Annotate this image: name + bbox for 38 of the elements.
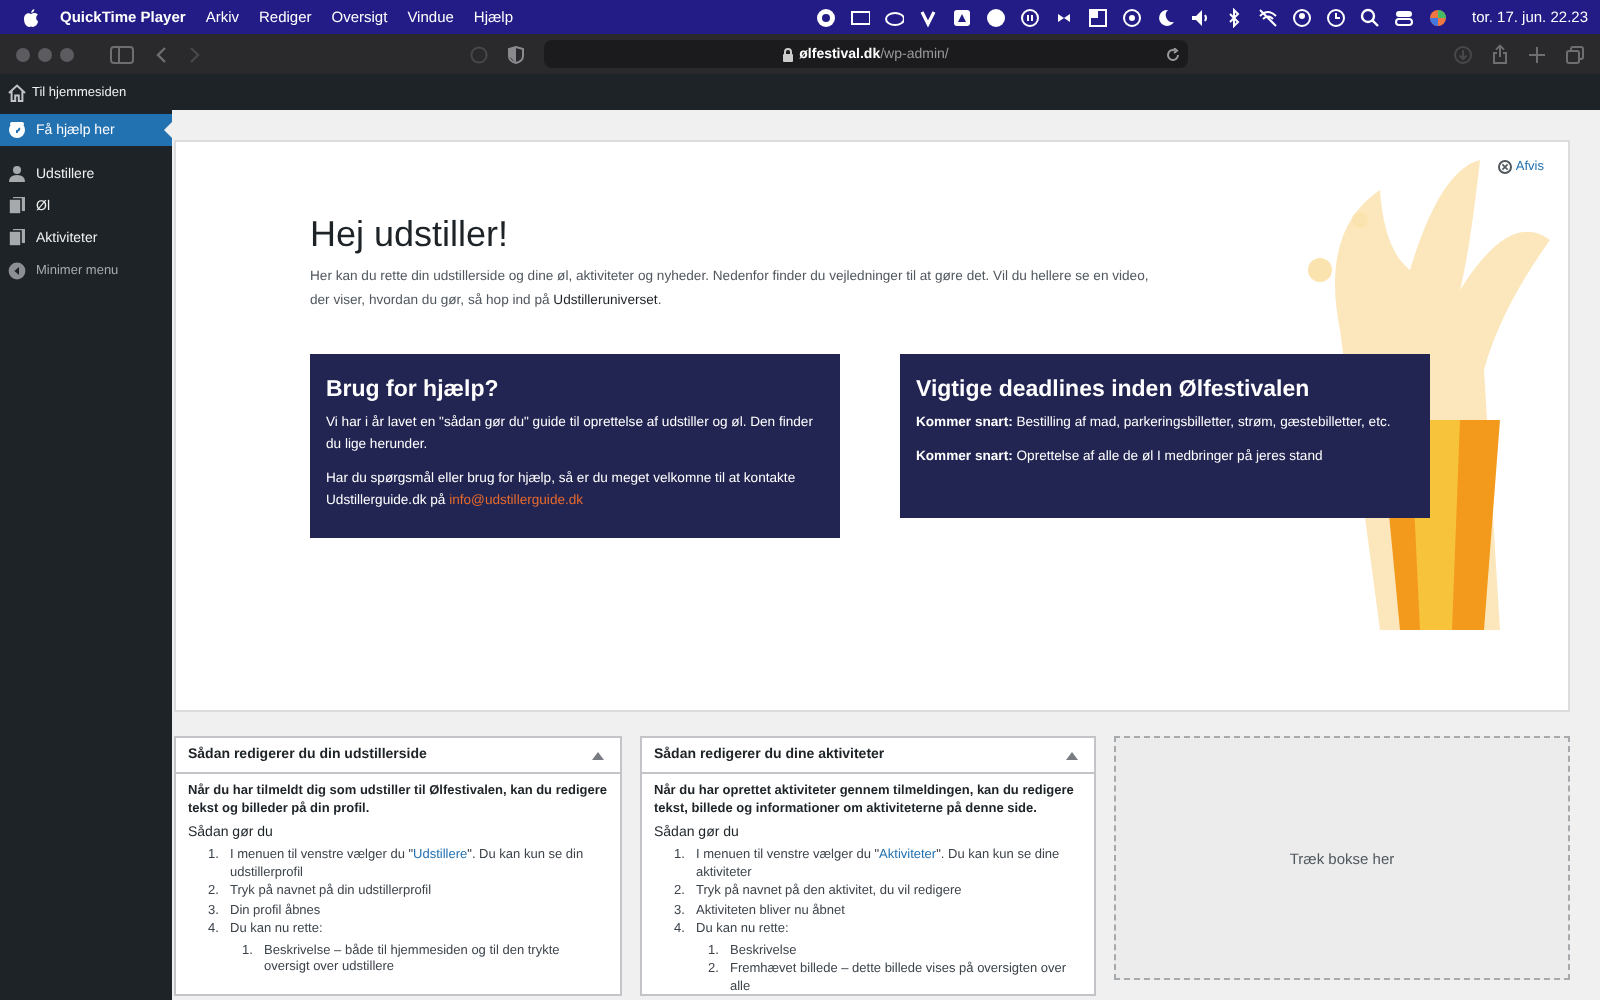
bluetooth-icon[interactable]: [1224, 7, 1245, 27]
grid-icon[interactable]: [1088, 7, 1109, 27]
toggle-button[interactable]: [1062, 747, 1082, 763]
lock-icon: [781, 47, 794, 61]
collapse-icon: [8, 261, 26, 279]
back-icon[interactable]: [154, 45, 168, 63]
card-heading: Vigtige deadlines inden Ølfestivalen: [916, 378, 1312, 402]
v-letter-icon[interactable]: [918, 7, 939, 27]
caret-up-icon: [592, 751, 604, 759]
share-icon[interactable]: [1492, 44, 1508, 64]
welcome-heading: Hej udstiller!: [310, 214, 511, 256]
plus-icon[interactable]: [1528, 45, 1546, 63]
play-icon[interactable]: [1122, 7, 1143, 27]
window-icon[interactable]: [850, 7, 871, 27]
card-heading: Brug for hjælp?: [326, 378, 501, 402]
circle-icon[interactable]: [986, 7, 1007, 27]
search-icon[interactable]: [1360, 7, 1381, 27]
volume-icon[interactable]: [1190, 7, 1211, 27]
shield-icon[interactable]: [507, 45, 523, 63]
clock-icon[interactable]: [1326, 7, 1347, 27]
apple-icon[interactable]: [22, 7, 40, 27]
pause-icon[interactable]: [1020, 7, 1041, 27]
reload-icon[interactable]: [1165, 47, 1179, 61]
toggles-icon[interactable]: [1394, 7, 1415, 27]
person-icon: [8, 164, 26, 184]
sidebar-icon[interactable]: [110, 45, 134, 63]
triangle-icon[interactable]: [952, 7, 973, 27]
tabs-icon[interactable]: [1566, 45, 1584, 63]
color-wheel-icon[interactable]: [1428, 7, 1449, 27]
help-icon: [8, 120, 26, 140]
wifi-off-icon[interactable]: [1258, 7, 1279, 27]
caret-up-icon: [1066, 751, 1078, 759]
user-icon[interactable]: [1292, 7, 1313, 27]
toggle-button[interactable]: [588, 747, 608, 763]
close-icon: [1497, 160, 1512, 174]
moon-icon[interactable]: [1156, 7, 1177, 27]
record-icon[interactable]: [816, 7, 837, 27]
house-icon: [8, 83, 26, 101]
